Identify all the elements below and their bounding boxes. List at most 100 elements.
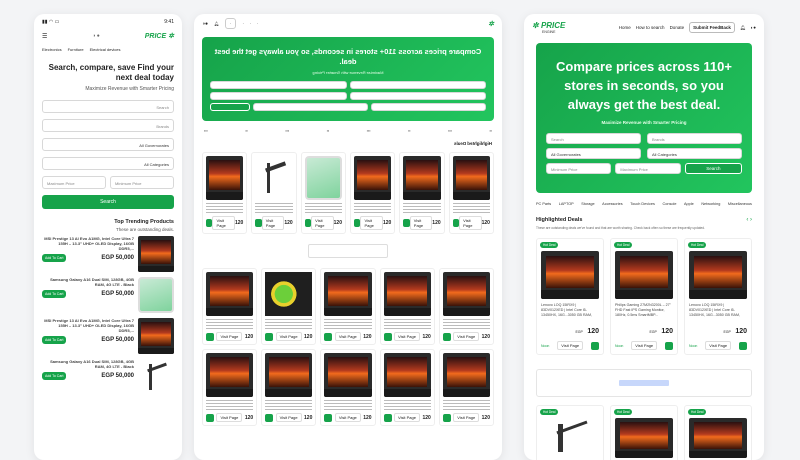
mid-cat-4[interactable]: ▪▪ [327,129,329,133]
product-card[interactable]: Visit Page 120 [438,349,494,426]
visit-button[interactable]: Visit Page [394,413,420,422]
category-link[interactable]: Accessories [602,202,622,206]
cart-icon[interactable] [265,332,274,341]
category-link[interactable]: Apple [684,202,694,206]
deal-card[interactable]: Hot Deal [610,405,678,460]
mid-input-2[interactable] [349,81,486,89]
category-link[interactable]: Miscellaneous [728,202,752,206]
product-card[interactable]: Visit Page 120 [438,268,494,345]
mid-cat-5[interactable]: ▪▪▪ [367,129,371,133]
visit-button[interactable]: Visit Page [216,413,243,422]
deal-card[interactable]: Hot Deal Philips Gaming 27M2N3200L – 27" … [610,238,678,355]
cart-icon[interactable] [442,413,451,422]
governorates-select[interactable]: All Governorates [546,148,641,159]
product-card[interactable]: Visit Page 120 [379,349,435,426]
mid-cat-8[interactable]: ▪▪ [489,129,491,133]
visit-page-button[interactable]: Visit Page [631,341,658,350]
prev-arrow-icon[interactable]: ‹ [746,217,748,223]
product-card[interactable]: Visit Page 120 [202,349,258,426]
add-to-cart-button[interactable]: Add To Cart [42,254,67,262]
cart-icon[interactable] [206,413,214,422]
brands-input[interactable]: Brands [647,133,742,144]
mid-input-3[interactable] [210,92,347,100]
category-link[interactable]: LAPTOP [559,202,574,206]
mid-cat-7[interactable]: ▪▪▪ [448,129,452,133]
visit-button[interactable]: Visit Page [311,216,334,230]
mobile-search-input[interactable]: Search [42,100,174,113]
cart-icon[interactable] [739,341,747,350]
category-electrical[interactable]: Electrical devices [90,47,121,52]
cart-icon[interactable] [383,413,392,422]
mobile-logo[interactable]: PRICE ✲ [145,32,174,40]
category-furniture[interactable]: Furniture [68,47,84,52]
product-card[interactable]: Visit Page 120 [448,152,494,234]
category-link[interactable]: Storage [581,202,594,206]
feedback-button[interactable]: Submit FeedBack [689,22,735,33]
nav-how-to-search[interactable]: How to search [636,25,665,30]
mobile-governorates-select[interactable]: All Governorates [42,138,174,151]
mid-cat-1[interactable]: ▪▪▪ [204,129,208,133]
list-item[interactable]: MSI Prestige 13 AI Evo A1MG, Intel Core … [42,318,174,354]
visit-button[interactable]: Visit Page [261,216,285,230]
cart-icon[interactable] [324,332,333,341]
cart-icon[interactable] [442,332,451,341]
product-card[interactable]: Visit Page 120 [320,349,376,426]
visit-button[interactable]: Visit Page [409,216,433,230]
product-image[interactable] [138,236,174,272]
deal-card[interactable]: Hot Deal Lenovo LOQ 15IRX9 | 83DV012XED |… [536,238,604,355]
category-electronics[interactable]: Electronics [42,47,62,52]
mobile-search-button[interactable]: Search [42,195,174,209]
theme-toggle[interactable]: ◑ ● [92,33,99,39]
product-card[interactable]: Visit Page 120 [202,268,258,345]
visit-button[interactable]: Visit Page [394,332,420,341]
add-to-cart-button[interactable]: Add To Cart [42,336,67,344]
desk-logo[interactable]: ✲ PRICE ENGINE [532,21,565,34]
mid-input-6[interactable] [371,103,486,111]
deal-card[interactable]: Hot Deal [684,405,752,460]
mid-input-5[interactable] [253,103,368,111]
list-item[interactable]: Samsung Galaxy A16 Dual SIM, 128GB, 4GB … [42,359,174,395]
product-card[interactable]: Visit Page 120 [261,349,317,426]
cart-icon[interactable] [324,413,333,422]
search-input[interactable]: Search [546,133,641,144]
mid-logo[interactable]: ✲ [488,20,494,28]
category-link[interactable]: Networking [701,202,720,206]
add-to-cart-button[interactable]: Add To Cart [42,290,67,298]
mid-cat-3[interactable]: ▪▪▪ [285,129,289,133]
mid-bell-icon[interactable]: 🔔︎ [214,21,219,26]
product-card[interactable]: Visit Page 120 [320,268,376,345]
visit-button[interactable]: Visit Page [275,332,302,341]
visit-button[interactable]: Visit Page [334,332,361,341]
add-to-cart-button[interactable]: Add To Cart [42,372,67,380]
nav-home[interactable]: Home [619,25,631,30]
product-card[interactable]: Visit Page 120 [399,152,445,234]
next-arrow-icon[interactable]: › [750,217,752,223]
visit-page-button[interactable]: Visit Page [705,341,732,350]
cart-icon[interactable] [383,332,392,341]
cart-icon[interactable] [206,332,214,341]
visit-button[interactable]: Visit Page [212,216,235,230]
mobile-brands-input[interactable]: Brands [42,119,174,132]
product-card[interactable]: Visit Page 120 [261,268,317,345]
deal-card[interactable]: Hot Deal Lenovo LOQ 15IRX9 | 83DV012XED |… [684,238,752,355]
product-image[interactable] [138,318,174,354]
product-card[interactable]: Visit Page 120 [349,152,396,234]
category-link[interactable]: Touch Devices [630,202,655,206]
mobile-max-price[interactable]: Maximum Price [42,176,106,189]
product-image[interactable] [138,277,174,313]
mid-nav-2[interactable]: · [250,21,251,26]
deal-card[interactable]: Hot Deal [536,405,604,460]
product-card[interactable]: Visit Page 120 [251,152,297,234]
category-link[interactable]: PC Parts [536,202,551,206]
cart-icon[interactable] [591,341,599,350]
visit-button[interactable]: Visit Page [453,332,480,341]
cart-icon[interactable] [403,219,410,227]
theme-toggle-icon[interactable]: ◐● [751,25,756,30]
cart-icon[interactable] [255,219,262,227]
mid-search-button[interactable] [210,103,250,111]
ad-banner[interactable] [619,380,669,386]
min-price-input[interactable]: Minimum Price [546,163,612,174]
mid-theme-toggle[interactable]: ◑● [202,21,208,27]
max-price-input[interactable]: Maximum Price [615,163,681,174]
visit-button[interactable]: Visit Page [275,413,302,422]
